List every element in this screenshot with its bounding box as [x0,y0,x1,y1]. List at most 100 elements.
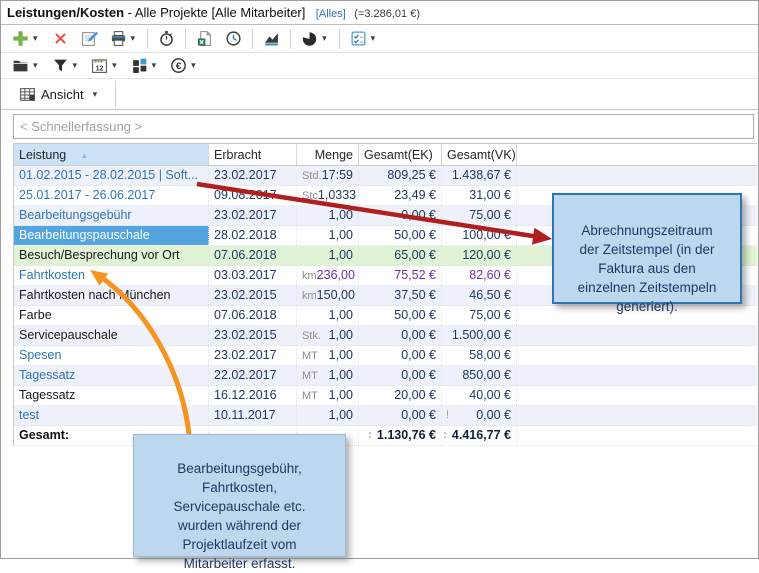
edit-button[interactable] [75,27,104,51]
vk-value: 58,00 € [469,346,511,365]
total-vk-value: 4.416,77 € [452,426,511,445]
excel-export-button[interactable] [190,27,219,51]
toolbar-main: ▾ ▾ ▾ ▾ [1,25,758,53]
cell-menge: 1,00 [297,206,359,225]
cell-leistung: Bearbeitungsgebühr [14,206,209,225]
table-row[interactable]: Tagessatz16.12.2016MT1,0020,00 €40,00 € [14,386,757,406]
date-range-button[interactable]: 12 ▾ [85,54,125,78]
table-row[interactable]: Tagessatz22.02.2017MT1,000,00 €850,00 € [14,366,757,386]
filter-button[interactable]: ▾ [46,54,86,78]
cell-gesamt-ek: 23,49 € [359,186,442,205]
table-row[interactable]: Spesen23.02.2017MT1,000,00 €58,00 € [14,346,757,366]
svg-text:€: € [176,61,182,72]
chevron-down-icon[interactable]: ▾ [129,33,138,44]
cell-gesamt-ek: 20,00 € [359,386,442,405]
statistics-button[interactable]: ▾ [295,27,335,51]
cell-gesamt-vk: 46,50 € [442,286,517,305]
unit-label: Stk. [302,327,321,345]
printer-icon [110,30,127,47]
toolbar-separator [147,29,148,49]
timer-button[interactable] [152,27,181,51]
chevron-down-icon[interactable]: ▾ [150,60,159,71]
leistung-name: 01.02.2015 - 28.02.2015 | Soft... [19,168,198,182]
cell-leistung: Fahrtkosten nach München [14,286,209,305]
report-chart-button[interactable] [257,27,286,51]
column-header-leistung[interactable]: Leistung▲ [14,144,209,165]
table-row[interactable]: Servicepauschale23.02.2015Stk.1,000,00 €… [14,326,757,346]
chevron-down-icon[interactable]: ▾ [91,89,100,100]
callout-recorded-costs-text: Bearbeitungsgebühr, Fahrtkosten, Service… [173,461,305,571]
toolbar-filter: ▾▾12▾▾€▾ [1,53,758,79]
cell-gesamt-ek: 75,52 € [359,266,442,285]
chevron-down-icon[interactable]: ▾ [31,33,40,44]
cell-gesamt-vk: 1.438,67 € [442,166,517,185]
cell-erbracht: 23.02.2015 [209,286,297,305]
column-header-gesamt-vk[interactable]: Gesamt(VK) [442,144,517,165]
cell-gesamt-vk: 75,00 € [442,306,517,325]
cell-gesamt-vk: 120,00 € [442,246,517,265]
column-header-erbracht[interactable]: Erbracht [209,144,297,165]
leistung-name: Tagessatz [19,368,75,382]
vk-value: 0,00 € [476,406,511,425]
add-button[interactable]: ▾ [6,27,46,51]
table-row[interactable]: test10.11.20171,000,00 €!0,00 € [14,406,757,426]
cell-gesamt-vk: 850,00 € [442,366,517,385]
cell-leistung: Besuch/Besprechung vor Ort [14,246,209,265]
chevron-down-icon[interactable]: ▾ [320,33,329,44]
cell-erbracht: 23.02.2017 [209,166,297,185]
delete-button[interactable] [46,27,75,51]
leistung-name: Besuch/Besprechung vor Ort [19,248,180,262]
cell-erbracht: 23.02.2017 [209,346,297,365]
total-gesamt-vk: :4.416,77 € [442,426,517,445]
project-folder-button[interactable]: ▾ [6,54,46,78]
leistung-name: test [19,408,39,422]
chevron-down-icon[interactable]: ▾ [189,60,198,71]
quick-entry-area [1,110,758,139]
quick-entry-input[interactable] [13,114,754,139]
vk-value: 120,00 € [462,246,511,265]
cell-erbracht: 10.11.2017 [209,406,297,425]
chevron-down-icon[interactable]: ▾ [369,33,378,44]
unit-label: MT [302,347,318,365]
cell-gesamt-vk: 100,00 € [442,226,517,245]
menge-value: 1,00 [329,366,353,385]
ansicht-button[interactable]: Ansicht ▾ [13,82,105,106]
unit-label: km [302,267,317,285]
excel-icon [196,30,213,47]
grouping-button[interactable]: ▾ [125,54,165,78]
table-row[interactable]: 01.02.2015 - 28.02.2015 | Soft... 23.02.2… [14,166,757,186]
chevron-down-icon[interactable]: ▾ [31,60,40,71]
plus-icon [12,30,29,47]
svg-text:12: 12 [96,65,104,72]
currency-button[interactable]: €▾ [164,54,204,78]
time-entries-button[interactable] [219,27,248,51]
filter-scope-badge[interactable]: [Alles] [316,8,346,20]
leistung-name: Fahrtkosten nach München [19,288,170,302]
cell-gesamt-ek: 0,00 € [359,346,442,365]
column-header-gesamt-ek[interactable]: Gesamt(EK) [359,144,442,165]
cell-gesamt-vk: 40,00 € [442,386,517,405]
titlebar: Leistungen/Kosten - Alle Projekte [Alle … [1,1,758,25]
leistung-name: Tagessatz [19,388,75,402]
chevron-down-icon[interactable]: ▾ [110,60,119,71]
calendar-icon: 12 [91,57,108,74]
print-button[interactable]: ▾ [104,27,144,51]
chevron-down-icon[interactable]: ▾ [71,60,80,71]
cell-gesamt-ek: 0,00 € [359,366,442,385]
tasks-button[interactable]: ▾ [344,27,384,51]
callout-billing-period: Abrechnungszeitraum der Zeitstempel (in … [552,193,742,304]
stopwatch-icon [158,30,175,47]
cell-erbracht: 16.12.2016 [209,386,297,405]
column-header-menge[interactable]: Menge [297,144,359,165]
vk-value: 75,00 € [469,306,511,325]
column-header-filler [517,144,757,165]
cell-menge: 1,00 [297,226,359,245]
cell-gesamt-vk: 1.500,00 € [442,326,517,345]
callout-recorded-costs: Bearbeitungsgebühr, Fahrtkosten, Service… [133,434,346,557]
cell-filler [517,166,757,185]
cell-menge: Stc1,0333 [297,186,359,205]
menge-value: 1,00 [329,226,353,245]
toolbar-separator [252,29,253,49]
menge-value: 1,00 [329,406,353,425]
menge-value: 236,00 [317,266,355,285]
